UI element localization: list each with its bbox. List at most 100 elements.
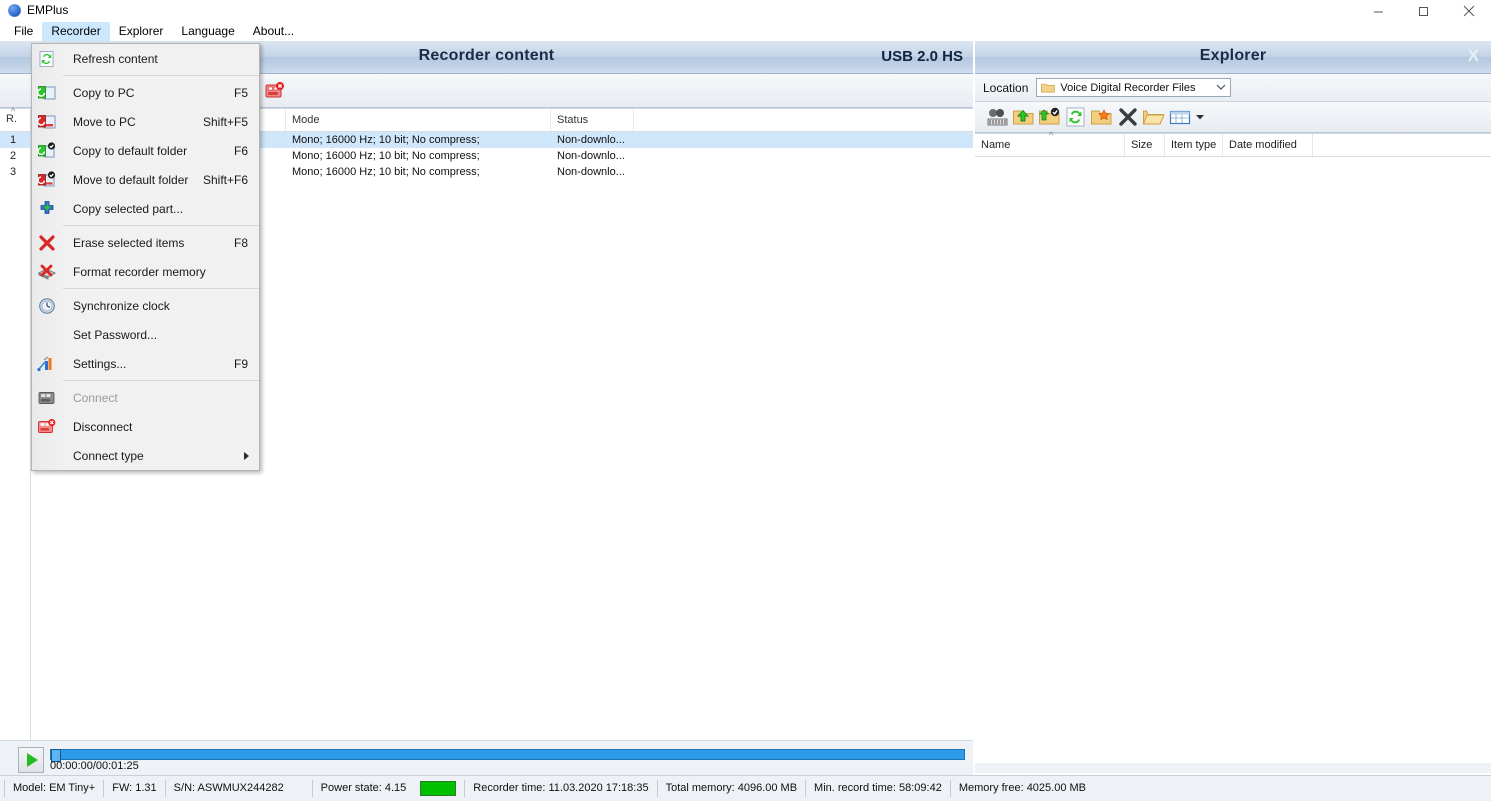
window-controls [1356, 0, 1491, 22]
recorder-dropdown-menu: Refresh content Copy to PC F5 Move to PC… [31, 43, 260, 471]
menu-item-shortcut: Shift+F5 [202, 114, 248, 129]
location-value: Voice Digital Recorder Files [1060, 81, 1196, 94]
move-to-pc-icon [37, 112, 57, 132]
menu-item-format-recorder-memory[interactable]: Format recorder memory [32, 257, 259, 286]
menu-language[interactable]: Language [172, 22, 243, 41]
recorder-cell-mode: Mono; 16000 Hz; 10 bit; No compress; [292, 150, 480, 162]
explorer-column-name-label: Name [981, 139, 1011, 151]
menu-item-shortcut: Shift+F6 [202, 172, 248, 187]
minimize-button[interactable] [1356, 0, 1401, 22]
menu-item-shortcut: F9 [233, 356, 248, 371]
menu-item-synchronize-clock[interactable]: Synchronize clock [32, 291, 259, 320]
menu-item-refresh-content[interactable]: Refresh content [32, 44, 259, 73]
explorer-close-icon[interactable]: X [1468, 46, 1479, 66]
recorder-rownum-header[interactable]: ^ R. [0, 106, 30, 132]
status-recorder-time: Recorder time: 11.03.2020 17:18:35 [465, 780, 658, 797]
menu-explorer[interactable]: Explorer [110, 22, 173, 41]
playback-time: 00:00:00/00:01:25 [50, 760, 139, 772]
refresh-icon [37, 49, 57, 69]
chevron-down-icon[interactable] [1216, 83, 1226, 91]
menu-item-disconnect[interactable]: Disconnect [32, 412, 259, 441]
recorder-cell-status: Non-downlo... [557, 166, 625, 178]
play-button[interactable] [18, 747, 44, 773]
recorder-cell-status: Non-downlo... [557, 134, 625, 146]
move-to-default-folder-icon [37, 170, 57, 190]
menu-item-settings[interactable]: Settings... F9 [32, 349, 259, 378]
recorder-row-number[interactable]: 2 [0, 148, 30, 164]
connect-icon [37, 388, 57, 408]
recorder-cell-mode: Mono; 16000 Hz; 10 bit; No compress; [292, 134, 480, 146]
default-folder-icon[interactable] [1037, 104, 1063, 130]
menu-item-label: Connect type [73, 448, 144, 463]
app-globe-icon [8, 3, 21, 17]
explorer-panel: Explorer X Location Voice Digital Record… [975, 41, 1491, 773]
close-button[interactable] [1446, 0, 1491, 22]
location-combobox[interactable]: Voice Digital Recorder Files [1036, 78, 1232, 97]
recorder-column-status[interactable]: Status [551, 109, 634, 131]
menu-item-copy-to-pc[interactable]: Copy to PC F5 [32, 78, 259, 107]
recorder-row-number-column: ^ R. 1 2 3 [0, 106, 31, 740]
explorer-column-item-type[interactable]: Item type [1165, 134, 1223, 156]
copy-to-default-folder-icon [37, 141, 57, 161]
menu-item-move-to-default-folder[interactable]: Move to default folder Shift+F6 [32, 165, 259, 194]
menu-item-label: Disconnect [73, 419, 133, 434]
explorer-panel-title: Explorer [1199, 47, 1267, 64]
menu-item-set-password[interactable]: Set Password... [32, 320, 259, 349]
window-title: EMPlus [27, 3, 69, 17]
open-folder-icon[interactable] [1141, 104, 1167, 130]
menu-separator [63, 225, 259, 226]
menu-item-label: Copy selected part... [73, 201, 184, 216]
menu-item-copy-to-default-folder[interactable]: Copy to default folder F6 [32, 136, 259, 165]
seek-slider[interactable] [50, 749, 965, 762]
view-dropdown-arrow-icon[interactable] [1193, 104, 1207, 130]
menu-item-move-to-pc[interactable]: Move to PC Shift+F5 [32, 107, 259, 136]
power-state-indicator [420, 781, 457, 796]
explorer-column-size[interactable]: Size [1125, 134, 1165, 156]
menu-file[interactable]: File [5, 22, 42, 41]
recorder-column-mode[interactable]: Mode [286, 109, 551, 131]
explorer-file-list: Name ^ Size Item type Date modified [975, 130, 1491, 763]
new-folder-icon[interactable] [1089, 104, 1115, 130]
menu-item-label: Format recorder memory [73, 264, 206, 279]
folder-icon [1041, 83, 1056, 93]
explorer-column-date-modified[interactable]: Date modified [1223, 134, 1313, 156]
menu-item-copy-selected-part[interactable]: Copy selected part... [32, 194, 259, 223]
menu-separator [63, 380, 259, 381]
recorder-row-number[interactable]: 3 [0, 164, 30, 180]
menu-item-label: Erase selected items [73, 235, 185, 250]
view-mode-icon[interactable] [1167, 104, 1193, 130]
menu-item-label: Copy to PC [73, 85, 135, 100]
status-model: Model: EM Tiny+ [4, 780, 105, 797]
up-folder-icon[interactable] [1011, 104, 1037, 130]
status-power-state-label: Power state: 4.15 [320, 782, 407, 794]
menu-item-erase-selected-items[interactable]: Erase selected items F8 [32, 228, 259, 257]
menu-item-label: Refresh content [73, 51, 158, 66]
recorder-cell-mode: Mono; 16000 Hz; 10 bit; No compress; [292, 166, 480, 178]
delete-icon[interactable] [1115, 104, 1141, 130]
menu-item-label: Copy to default folder [73, 143, 188, 158]
recorder-row-number[interactable]: 1 [0, 132, 30, 148]
title-bar: EMPlus [0, 0, 1491, 22]
menu-separator [63, 288, 259, 289]
sort-ascending-icon: ^ [1049, 130, 1054, 140]
explorer-column-filler[interactable] [1313, 134, 1383, 156]
menu-item-label: Set Password... [73, 327, 158, 342]
toolbar-disconnect-icon[interactable] [262, 78, 288, 104]
copy-selected-part-icon [37, 199, 57, 219]
menu-about[interactable]: About... [244, 22, 303, 41]
refresh-icon[interactable] [1063, 104, 1089, 130]
menu-item-connect-type[interactable]: Connect type [32, 441, 259, 470]
connection-status-label: USB 2.0 HS [881, 48, 963, 65]
menu-recorder[interactable]: Recorder [42, 22, 110, 41]
status-total-memory: Total memory: 4096.00 MB [658, 780, 807, 797]
properties-icon[interactable] [985, 104, 1011, 130]
explorer-panel-header: Explorer X [975, 41, 1491, 74]
emplus-application-window: EMPlus File Recorder Explorer Language A… [0, 0, 1491, 801]
menu-item-connect: Connect [32, 383, 259, 412]
status-memory-free: Memory free: 4025.00 MB [958, 782, 1087, 794]
explorer-column-name[interactable]: Name ^ [975, 130, 1125, 156]
maximize-button[interactable] [1401, 0, 1446, 22]
play-icon [27, 753, 38, 767]
recorder-cell-status: Non-downlo... [557, 150, 625, 162]
erase-icon [37, 233, 57, 253]
